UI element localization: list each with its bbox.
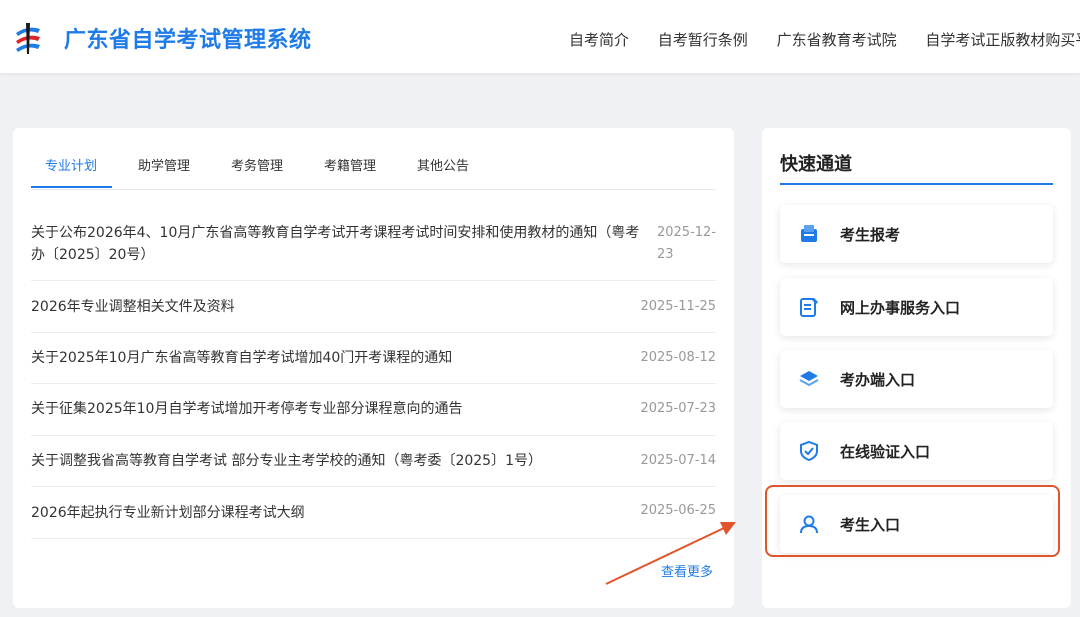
quick-item-exam-office[interactable]: 考办端入口 [780,350,1053,408]
highlight-annotation [765,485,1060,557]
tab-student-records[interactable]: 考籍管理 [324,155,376,174]
tab-study-aid[interactable]: 助学管理 [138,155,190,174]
shield-check-icon [800,440,818,462]
logo-icon [16,23,40,54]
quick-access-title-underline [780,183,1053,185]
quick-access-title: 快速通道 [780,154,852,175]
quick-item-label: 在线验证入口 [840,443,931,461]
quick-item-label: 网上办事服务入口 [840,299,961,317]
tab-major-plan[interactable]: 专业计划 [45,155,97,174]
nav-regulations[interactable]: 自考暂行条例 [658,29,748,50]
nav-intro[interactable]: 自考简介 [569,29,629,50]
tab-exam-affairs[interactable]: 考务管理 [231,155,283,174]
site-title[interactable]: 广东省自学考试管理系统 [64,22,312,54]
news-item[interactable]: 关于调整我省高等教育自学考试 部分专业主考学校的通知（粤考委〔2025〕1号） … [31,436,716,487]
nav-textbook-platform[interactable]: 自学考试正版教材购买平台 [925,29,1080,50]
layers-icon [799,371,819,387]
news-item-date: 2025-08-12 [640,350,716,365]
tab-other-notices[interactable]: 其他公告 [417,155,469,174]
nav-exam-authority[interactable]: 广东省教育考试院 [777,29,897,50]
news-item-title[interactable]: 关于公布2026年4、10月广东省高等教育自学考试开考课程考试时间安排和使用教材… [31,222,661,266]
news-item-title[interactable]: 关于征集2025年10月自学考试增加开考停考专业部分课程意向的通告 [31,398,462,420]
news-item-title[interactable]: 关于调整我省高等教育自学考试 部分专业主考学校的通知（粤考委〔2025〕1号） [31,450,542,472]
quick-item-online-service[interactable]: 网上办事服务入口 [780,278,1053,336]
news-item-title[interactable]: 关于2025年10月广东省高等教育自学考试增加40门开考课程的通知 [31,347,452,369]
top-header: 广东省自学考试管理系统 自考简介 自考暂行条例 广东省教育考试院 自学考试正版教… [0,0,1080,73]
news-item-date: 2025-11-25 [640,299,716,314]
quick-item-label: 考办端入口 [840,371,916,389]
news-item[interactable]: 关于2025年10月广东省高等教育自学考试增加40门开考课程的通知 2025-0… [31,333,716,384]
top-nav: 自考简介 自考暂行条例 广东省教育考试院 自学考试正版教材购买平台 [569,29,1080,50]
news-item-date: 2025-07-23 [640,401,716,416]
news-item[interactable]: 关于公布2026年4、10月广东省高等教育自学考试开考课程考试时间安排和使用教材… [31,215,716,281]
quick-item-exam-registration[interactable]: 考生报考 [780,205,1053,263]
news-item[interactable]: 关于征集2025年10月自学考试增加开考停考专业部分课程意向的通告 2025-0… [31,384,716,436]
annotation-arrow-icon [605,522,736,585]
online-service-icon [800,298,818,317]
register-icon [801,225,817,242]
news-item[interactable]: 2026年专业调整相关文件及资料 2025-11-25 [31,281,716,333]
news-item-date: 2025-12- 23 [656,225,716,262]
news-item-title[interactable]: 2026年起执行专业新计划部分课程考试大纲 [31,502,305,524]
news-tabs: 专业计划 助学管理 考务管理 考籍管理 其他公告 [31,152,716,190]
quick-item-online-verification[interactable]: 在线验证入口 [780,422,1053,480]
active-tab-indicator [31,186,112,188]
news-item-date: 2025-07-14 [640,453,716,468]
news-item-title[interactable]: 2026年专业调整相关文件及资料 [31,296,235,318]
quick-item-label: 考生报考 [840,226,901,244]
